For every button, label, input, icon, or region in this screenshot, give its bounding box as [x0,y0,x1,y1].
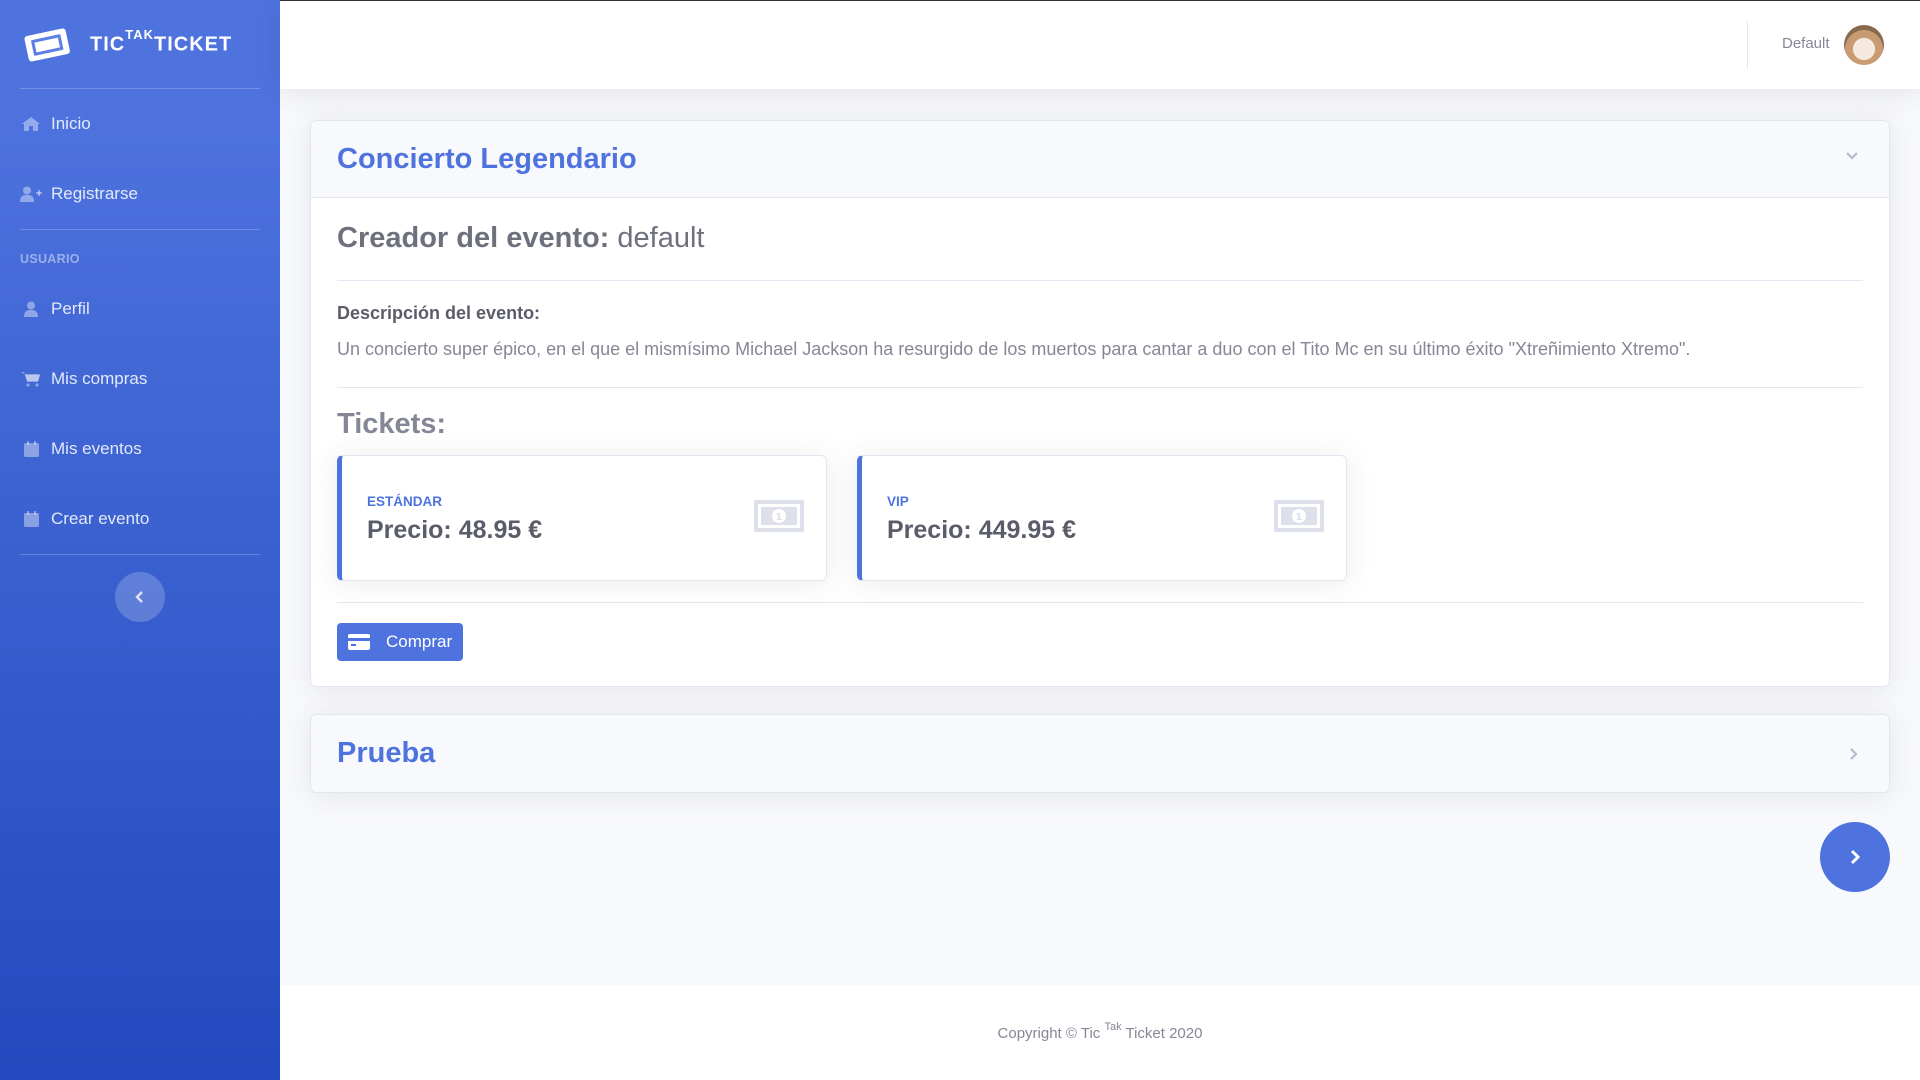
sidebar-toggle-button[interactable] [115,572,165,622]
creator-label: Creador del evento: [337,222,610,254]
sidebar-item-label: Crear evento [51,509,150,528]
ticket-type: VIP [887,494,909,509]
user-icon [20,300,42,318]
brand-link[interactable]: TicTakTicket [0,0,280,88]
next-button[interactable] [1820,822,1890,892]
description-text: Un concierto super épico, en el que el m… [337,339,1691,359]
sidebar-item-mis-eventos[interactable]: Mis eventos [0,414,280,484]
footer: Copyright © Tic Tak Ticket 2020 [280,985,1920,1080]
topbar-divider [1747,21,1748,69]
ticket-price: Precio: 449.95 € [887,516,1077,544]
credit-card-icon [348,632,372,652]
event-card-header[interactable]: Prueba [311,715,1889,792]
chevron-down-icon [1846,152,1858,160]
money-bill-icon: 1 [1274,500,1324,532]
sidebar-divider [20,554,260,555]
ticket-type: Estándar [367,494,443,509]
buy-button[interactable]: Comprar [337,623,464,661]
calendar-check-icon [20,440,42,458]
ticket-card-vip[interactable]: VIP Precio: 449.95 € 1 [857,455,1347,581]
ticket-icon [24,28,70,62]
buy-button-label: Comprar [386,632,453,651]
sidebar-item-label: Mis compras [51,369,148,388]
calendar-plus-icon [20,510,42,528]
sidebar-item-label: Mis eventos [51,439,142,458]
event-title: Prueba [337,737,436,769]
event-card: Prueba [310,714,1890,793]
chevron-right-icon [1850,849,1861,865]
tickets-heading: Tickets: [337,408,447,440]
chevron-left-icon [135,591,143,603]
sidebar-item-crear-evento[interactable]: Crear evento [0,484,280,554]
description-label: Descripción del evento: [337,303,541,323]
copyright-text: Copyright © Tic Tak Ticket 2020 [997,1021,1203,1042]
event-card-header[interactable]: Concierto Legendario [311,121,1889,198]
home-icon [20,115,42,133]
creator-value: default [617,222,705,254]
sidebar-item-label: Perfil [51,299,90,318]
sidebar-item-mis-compras[interactable]: Mis compras [0,344,280,414]
svg-text:1: 1 [1296,512,1303,523]
sidebar-item-label: Registrarse [51,184,138,203]
sidebar: TicTakTicket Inicio Registrarse Usuario … [0,0,280,1080]
divider [337,280,1863,281]
money-bill-icon: 1 [754,500,804,532]
topbar: Default [280,0,1920,89]
divider [337,387,1863,388]
sidebar-item-inicio[interactable]: Inicio [0,89,280,159]
chevron-right-icon [1850,748,1858,760]
event-card-body: Creador del evento: default Descripción … [311,198,1889,686]
brand-name: TicTakTicket [90,27,233,56]
divider [337,602,1863,603]
sidebar-item-label: Inicio [51,114,91,133]
ticket-card-estandar[interactable]: Estándar Precio: 48.95 € 1 [337,455,827,581]
ticket-price: Precio: 48.95 € [367,516,543,544]
user-plus-icon [20,185,42,203]
event-title: Concierto Legendario [337,142,637,175]
avatar[interactable] [1844,25,1884,65]
sidebar-heading: Usuario [20,252,80,266]
event-card: Concierto Legendario Creador del evento:… [310,120,1890,687]
event-creator: Creador del evento: default [337,198,1863,280]
shopping-cart-icon [20,370,42,388]
tickets-list: Estándar Precio: 48.95 € 1 VIP Precio: 4… [337,455,1863,581]
user-name[interactable]: Default [1782,35,1830,52]
sidebar-item-perfil[interactable]: Perfil [0,274,280,344]
sidebar-item-registrarse[interactable]: Registrarse [0,159,280,229]
svg-text:1: 1 [776,512,783,523]
